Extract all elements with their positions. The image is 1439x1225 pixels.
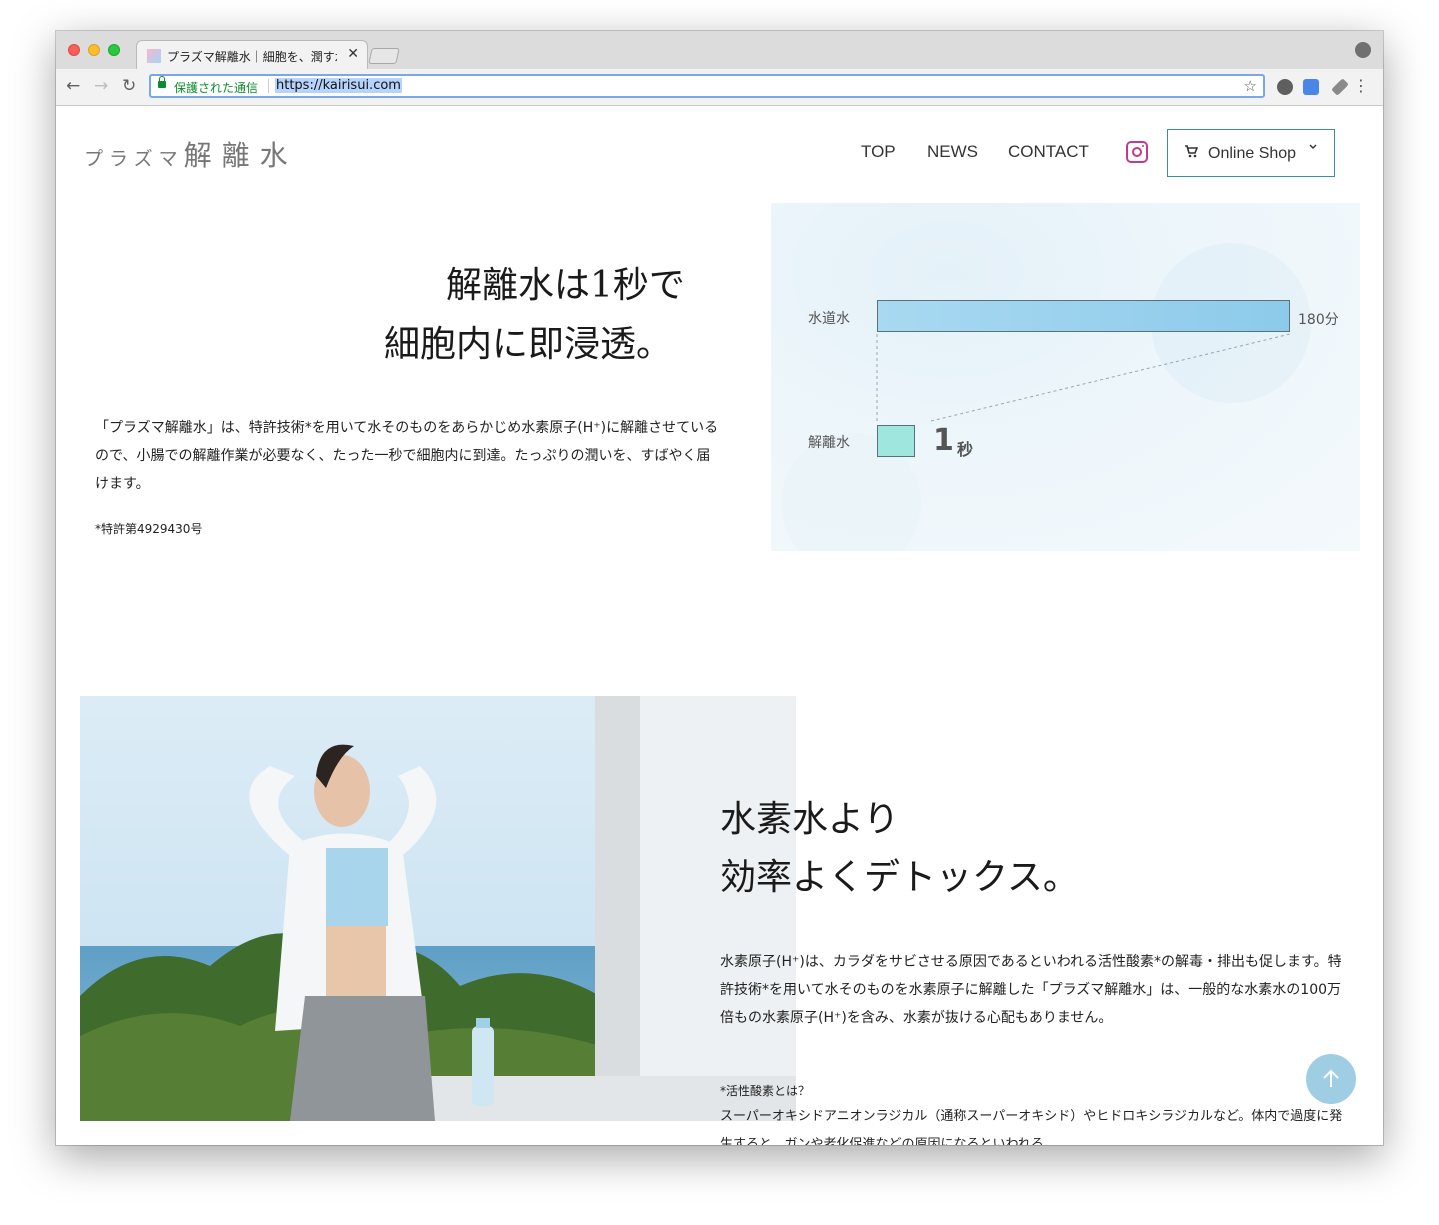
section1-heading-line1: 解離水は1秒で xyxy=(446,265,685,306)
back-icon[interactable]: ← xyxy=(66,77,80,95)
nav-contact[interactable]: CONTACT xyxy=(1008,142,1089,162)
section2-heading-line1: 水素水より xyxy=(720,799,900,840)
category-label-kairisui: 解離水 xyxy=(808,435,850,451)
value-label-tap-water: 180分 xyxy=(1298,312,1339,328)
section2-heading: 水素水より 効率よくデトックス。 xyxy=(720,791,1079,907)
absorption-chart: 水道水 180分 解離水 1 秒 xyxy=(771,203,1360,551)
minimize-window-button[interactable] xyxy=(88,44,100,56)
section2-note-title: *活性酸素とは？ xyxy=(720,1084,811,1098)
chevron-down-icon xyxy=(1308,142,1318,155)
site-logo[interactable]: プラズマ解離水 xyxy=(84,134,298,174)
browser-window: プラズマ解離水｜細胞を、潤す水｜ ✕ ← → ↻ 保護された通信 https:/… xyxy=(56,31,1383,1145)
logo-small-text: プラズマ xyxy=(84,148,184,170)
star-icon[interactable]: ☆ xyxy=(1244,77,1257,95)
favicon-icon xyxy=(147,49,161,63)
address-separator xyxy=(268,79,269,93)
new-tab-button[interactable] xyxy=(368,48,400,64)
section2-note-text: スーパーオキシドアニオンラジカル（通称スーパーオキシド）やヒドロキシラジカルなど… xyxy=(720,1109,1343,1145)
lock-icon xyxy=(158,76,166,88)
tab-bar: プラズマ解離水｜細胞を、潤す水｜ ✕ xyxy=(56,31,1383,70)
close-window-button[interactable] xyxy=(68,44,80,56)
eyedropper-icon[interactable] xyxy=(1331,78,1349,96)
nav-top[interactable]: TOP xyxy=(861,142,896,162)
value-label-kairisui-number: 1 xyxy=(933,423,954,458)
tab-active[interactable]: プラズマ解離水｜細胞を、潤す水｜ ✕ xyxy=(136,40,368,70)
wordpress-icon[interactable] xyxy=(1277,79,1293,95)
chart-guides xyxy=(781,243,1311,551)
url-text[interactable]: https://kairisui.com xyxy=(275,78,402,93)
online-shop-button[interactable]: Online Shop xyxy=(1167,129,1335,177)
section2-paragraph: 水素原子(H⁺)は、カラダをサビさせる原因であるといわれる活性酸素*の解毒・排出… xyxy=(720,954,1342,1026)
translate-icon[interactable] xyxy=(1303,79,1319,95)
bar-tap-water xyxy=(877,300,1290,332)
nav-news[interactable]: NEWS xyxy=(927,142,978,162)
section1-paragraph: 「プラズマ解離水」は、特許技術*を用いて水そのものをあらかじめ水素原子(H⁺)に… xyxy=(95,420,719,492)
scroll-to-top-button[interactable] xyxy=(1306,1054,1356,1104)
secure-label: 保護された通信 xyxy=(174,81,259,95)
browser-toolbar: ← → ↻ 保護された通信 https://kairisui.com ☆ ⋮ xyxy=(56,69,1383,106)
close-tab-icon[interactable]: ✕ xyxy=(347,46,359,62)
web-page: プラズマ解離水 TOP NEWS CONTACT Online Shop 解離水… xyxy=(56,106,1383,1145)
address-bar[interactable]: 保護された通信 https://kairisui.com ☆ xyxy=(149,74,1265,98)
category-label-tap-water: 水道水 xyxy=(808,311,850,327)
maximize-window-button[interactable] xyxy=(108,44,120,56)
tab-title: プラズマ解離水｜細胞を、潤す水｜ xyxy=(167,50,337,64)
section2-heading-line2: 効率よくデトックス。 xyxy=(720,857,1079,898)
section1-heading-line2: 細胞内に即浸透。 xyxy=(384,324,673,365)
menu-icon[interactable]: ⋮ xyxy=(1353,76,1369,95)
logo-big-text: 解離水 xyxy=(183,139,298,172)
shop-label: Online Shop xyxy=(1208,145,1297,162)
section1-footnote: *特許第4929430号 xyxy=(95,522,203,536)
arrow-up-icon xyxy=(1323,1069,1339,1087)
cart-icon xyxy=(1184,144,1199,162)
bar-kairisui xyxy=(877,425,915,457)
reload-icon[interactable]: ↻ xyxy=(122,77,136,95)
value-label-kairisui-unit: 秒 xyxy=(957,440,974,459)
forward-icon[interactable]: → xyxy=(94,77,108,95)
profile-icon[interactable] xyxy=(1355,42,1371,58)
instagram-icon[interactable] xyxy=(1126,141,1148,163)
woman-stretching-photo xyxy=(80,696,796,1121)
